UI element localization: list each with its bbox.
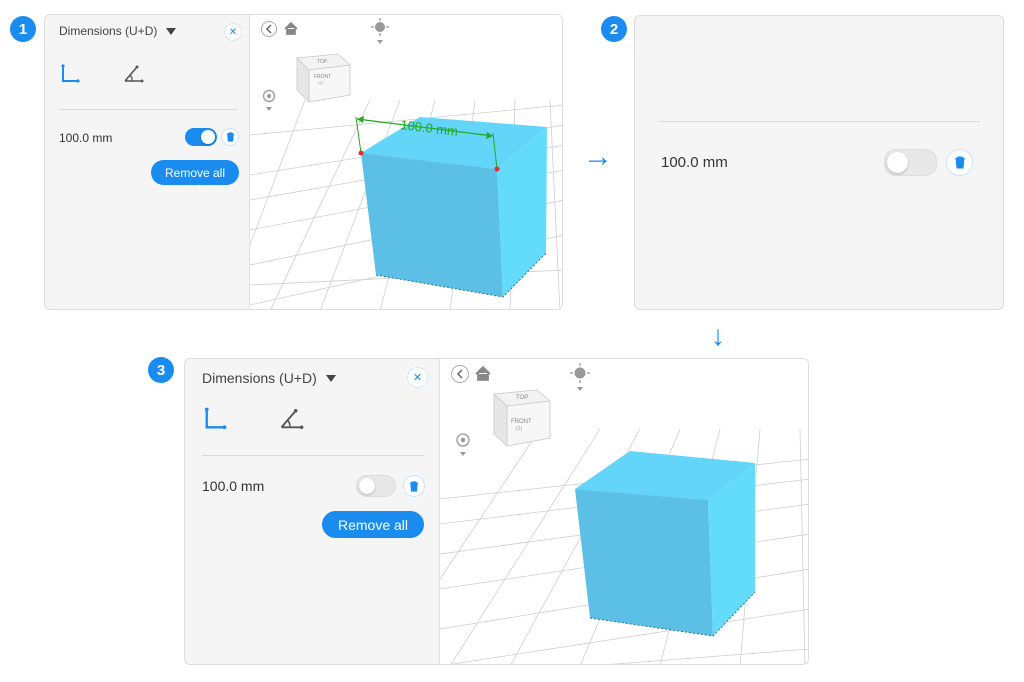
flow-arrow-down-icon: ↓ [711,320,725,351]
remove-all-button[interactable]: Remove all [151,160,239,185]
svg-text:(1): (1) [318,80,324,85]
light-direction-icon[interactable] [570,363,590,391]
dimensions-panel: Dimensions (U+D) ✕ 100.0 mm Remove all [185,359,440,664]
measurement-visibility-toggle[interactable] [356,475,396,497]
back-chevron-icon[interactable] [261,21,277,37]
close-panel-button[interactable]: ✕ [224,23,242,41]
measurement-value: 100.0 mm [661,154,728,171]
panel-header[interactable]: Dimensions (U+D) [59,24,177,38]
svg-text:FRONT: FRONT [511,419,532,425]
flow-arrow-right-icon: → [583,140,613,173]
svg-text:(1): (1) [516,426,522,432]
3d-viewport[interactable]: TOP FRONT (1) [440,359,808,664]
perpendicular-dimension-icon[interactable] [59,63,81,85]
close-panel-button[interactable]: ✕ [407,367,428,388]
measurement-value: 100.0 mm [59,131,113,145]
home-icon[interactable] [284,21,298,35]
dropdown-caret-icon [325,374,336,382]
svg-text:TOP: TOP [317,59,328,65]
close-icon: ✕ [228,26,238,38]
step-badge-1: 1 [10,16,36,42]
view-cube-icon[interactable]: TOP FRONT (1) [493,389,551,447]
step2-zoom-frame: 100.0 mm [634,15,1004,310]
cube-front-face [361,153,503,297]
svg-text:TOP: TOP [516,395,528,401]
panel-divider [202,455,424,456]
3d-viewport[interactable]: 100.0 mm TOP FRONT (1) [250,15,562,309]
angle-dimension-icon[interactable] [278,406,304,432]
cube-front-face [575,489,713,636]
panel-divider [659,121,980,122]
delete-measurement-button[interactable] [946,149,973,176]
viewport-scene: 100.0 mm TOP FRONT (1) [250,18,562,309]
panel-title: Dimensions (U+D) [59,24,158,38]
delete-measurement-button[interactable] [221,128,239,146]
remove-all-button[interactable]: Remove all [322,511,424,538]
home-icon[interactable] [475,365,491,381]
trash-icon [954,156,965,169]
panel-title: Dimensions (U+D) [202,370,317,386]
panel-header[interactable]: Dimensions (U+D) [202,370,336,386]
close-icon: ✕ [412,372,423,384]
view-cube-icon[interactable]: TOP FRONT (1) [296,53,351,103]
dropdown-caret-icon [166,27,177,35]
light-direction-icon[interactable] [371,18,389,44]
step-badge-3: 3 [148,357,174,383]
measurement-visibility-toggle[interactable] [884,149,937,176]
perpendicular-dimension-icon[interactable] [202,406,228,432]
orbit-icon[interactable] [262,89,276,112]
trash-icon [226,132,234,142]
dimensions-panel: Dimensions (U+D) ✕ 100.0 mm Remove all [45,15,250,309]
viewport-scene: TOP FRONT (1) [440,363,808,664]
tutorial-figure: 1 Dimensions (U+D) ✕ 100.0 mm Remove all… [0,0,1024,682]
measurement-visibility-toggle[interactable] [185,128,217,146]
measurement-value: 100.0 mm [202,478,265,494]
orbit-icon[interactable] [456,433,470,456]
back-chevron-icon[interactable] [451,365,469,383]
step1-frame: Dimensions (U+D) ✕ 100.0 mm Remove all 1… [44,14,563,310]
angle-dimension-icon[interactable] [122,63,144,85]
delete-measurement-button[interactable] [403,475,425,497]
step3-frame: Dimensions (U+D) ✕ 100.0 mm Remove all T… [184,358,809,665]
trash-icon [410,480,418,492]
step-badge-2: 2 [601,16,627,42]
panel-divider [59,109,238,110]
